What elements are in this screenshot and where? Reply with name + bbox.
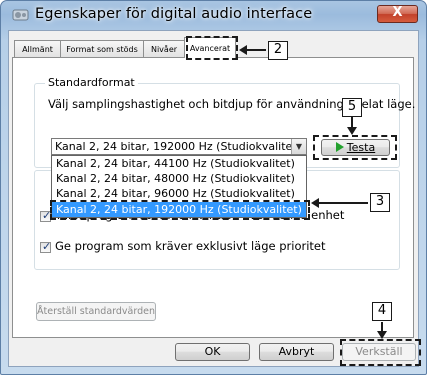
sample-rate-select[interactable]: Kanal 2, 24 bitar, 192000 Hz (Studiokval… xyxy=(51,138,307,155)
callout-highlight-advanced-tab xyxy=(186,36,238,60)
close-icon: X xyxy=(392,5,403,20)
close-button[interactable]: X xyxy=(377,5,418,23)
callout-highlight-test-button xyxy=(313,135,397,160)
restore-defaults-button[interactable]: Återställ standardvärden xyxy=(36,302,156,321)
exclusive-priority-label: Ge program som kräver exklusivt läge pri… xyxy=(55,239,326,253)
callout-highlight-selected-option xyxy=(50,200,310,220)
dropdown-option[interactable]: Kanal 2, 24 bitar, 96000 Hz (Studiokvali… xyxy=(52,186,306,201)
tab-general[interactable]: Allmänt xyxy=(14,40,61,57)
callout-highlight-apply-button xyxy=(340,339,421,366)
checkmark-icon: ✓ xyxy=(42,240,52,253)
ok-button[interactable]: OK xyxy=(175,343,250,361)
dropdown-option[interactable]: Kanal 2, 24 bitar, 48000 Hz (Studiokvali… xyxy=(52,171,306,186)
exclusive-priority-checkbox[interactable]: ✓ xyxy=(40,240,52,253)
callout-number: 4 xyxy=(372,302,392,321)
tab-supported-formats[interactable]: Format som stöds xyxy=(60,40,144,57)
window-title: Egenskaper för digital audio interface xyxy=(35,6,313,22)
callout-number: 5 xyxy=(342,98,362,117)
sample-rate-selected-value: Kanal 2, 24 bitar, 192000 Hz (Studiokval… xyxy=(55,140,301,153)
tab-levels[interactable]: Nivåer xyxy=(143,40,185,57)
cancel-button[interactable]: Avbryt xyxy=(259,343,334,361)
default-format-legend: Standardformat xyxy=(45,76,138,89)
chevron-down-icon[interactable]: ▼ xyxy=(291,139,306,154)
title-bar[interactable]: Egenskaper för digital audio interface X xyxy=(1,1,426,31)
callout-number: 2 xyxy=(268,41,288,60)
callout-number: 3 xyxy=(370,193,390,212)
speaker-icon xyxy=(12,9,29,21)
dropdown-option[interactable]: Kanal 2, 24 bitar, 44100 Hz (Studiokvali… xyxy=(52,156,306,171)
